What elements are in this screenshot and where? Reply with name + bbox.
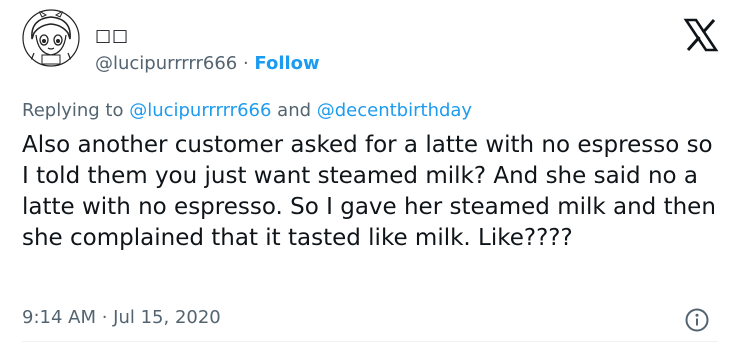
replying-prefix: Replying to	[22, 100, 130, 121]
handle-separator: ·	[237, 53, 255, 74]
mention-lucipurrrrr666[interactable]: @lucipurrrrr666	[129, 100, 271, 121]
reply-conjunction: and	[271, 100, 317, 121]
user-handle[interactable]: @lucipurrrrr666	[95, 53, 237, 74]
handle-row: @lucipurrrrr666 · Follow	[95, 53, 320, 74]
bottom-divider	[22, 341, 718, 342]
tweet-timestamp[interactable]: 9:14 AM · Jul 15, 2020	[22, 307, 221, 328]
display-name[interactable]: □□	[95, 26, 129, 46]
tweet-text: Also another customer asked for a latte …	[22, 132, 716, 251]
info-icon[interactable]	[684, 307, 710, 333]
follow-link[interactable]: Follow	[254, 53, 319, 74]
x-logo-icon[interactable]	[683, 18, 719, 52]
tweet-card: □□ @lucipurrrrr666 · Follow Replying to …	[0, 0, 740, 346]
anime-avatar-illustration	[22, 9, 80, 67]
replying-to-line: Replying to @lucipurrrrr666 and @decentb…	[22, 100, 472, 121]
mention-decentbirthday[interactable]: @decentbirthday	[317, 100, 472, 121]
avatar[interactable]	[22, 9, 80, 67]
